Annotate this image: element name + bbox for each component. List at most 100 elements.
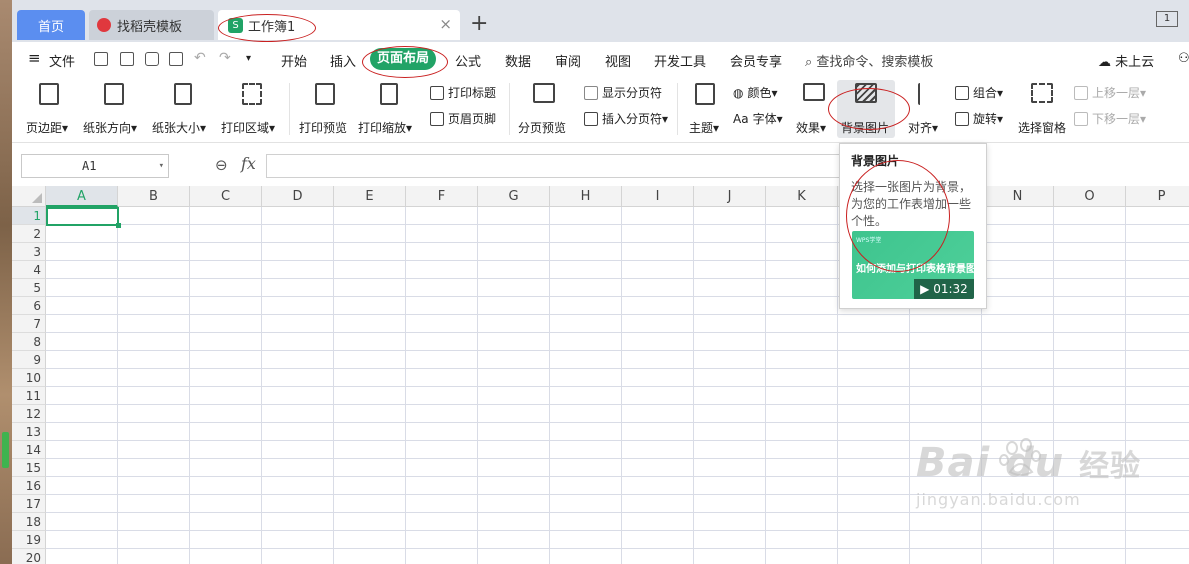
theme-button[interactable]: 主题▾ xyxy=(685,83,725,135)
hamburger-menu-icon[interactable]: ≡ xyxy=(28,49,41,67)
print-area-button[interactable]: 打印区域▾ xyxy=(221,83,283,135)
row-header-4[interactable]: 4 xyxy=(12,261,46,279)
tab-home[interactable]: 首页 xyxy=(17,10,85,40)
row-header-7[interactable]: 7 xyxy=(12,315,46,333)
export-pdf-icon[interactable] xyxy=(120,52,134,66)
checkbox-icon xyxy=(584,85,598,100)
share-user-icon[interactable]: ⚇ xyxy=(1178,51,1189,66)
menu-review[interactable]: 审阅 xyxy=(555,51,581,70)
orientation-button[interactable]: 纸张方向▾ xyxy=(83,83,145,135)
column-header-A[interactable]: A xyxy=(46,186,118,207)
column-header-O[interactable]: O xyxy=(1054,186,1126,207)
row-header-13[interactable]: 13 xyxy=(12,423,46,441)
fonts-button[interactable]: Aa 字体 ▾ xyxy=(733,110,783,127)
paper-size-button[interactable]: 纸张大小▾ xyxy=(152,83,214,135)
header-footer-icon xyxy=(430,111,444,126)
column-header-I[interactable]: I xyxy=(622,186,694,207)
new-tab-button[interactable]: + xyxy=(470,12,488,36)
insert-page-break-button[interactable]: 插入分页符 ▾ xyxy=(584,110,668,127)
cloud-status-label: 未上云 xyxy=(1115,55,1155,70)
fx-icon[interactable]: fx xyxy=(241,154,256,173)
row-header-20[interactable]: 20 xyxy=(12,549,46,564)
row-header-6[interactable]: 6 xyxy=(12,297,46,315)
row-header-17[interactable]: 17 xyxy=(12,495,46,513)
column-header-E[interactable]: E xyxy=(334,186,406,207)
column-header-F[interactable]: F xyxy=(406,186,478,207)
column-header-G[interactable]: G xyxy=(478,186,550,207)
column-header-B[interactable]: B xyxy=(118,186,190,207)
annotation-circle-background-button xyxy=(828,88,910,130)
margin-icon xyxy=(39,83,59,105)
margin-button[interactable]: 页边距▾ xyxy=(24,83,74,135)
name-box[interactable]: A1 ▾ xyxy=(21,154,169,178)
bring-forward-button[interactable]: 上移一层 ▾ xyxy=(1074,84,1146,101)
command-search[interactable]: ⌕ 查找命令、搜索模板 xyxy=(805,51,933,70)
print-preview-button[interactable]: 打印预览 xyxy=(299,83,351,135)
column-header-K[interactable]: K xyxy=(766,186,838,207)
quick-access-dropdown-icon[interactable]: ▾ xyxy=(246,53,251,64)
colors-button[interactable]: ◍ 颜色 ▾ xyxy=(733,84,778,101)
row-header-5[interactable]: 5 xyxy=(12,279,46,297)
row-header-9[interactable]: 9 xyxy=(12,351,46,369)
cloud-status[interactable]: ☁ 未上云 xyxy=(1098,51,1154,70)
menu-formula[interactable]: 公式 xyxy=(455,51,481,70)
show-page-breaks-checkbox[interactable]: 显示分页符 xyxy=(584,84,662,101)
menu-file[interactable]: 文件 xyxy=(49,51,75,70)
column-header-P[interactable]: P xyxy=(1126,186,1189,207)
column-header-D[interactable]: D xyxy=(262,186,334,207)
page-break-preview-button[interactable]: 分页预览 xyxy=(518,83,570,135)
window-mode-button[interactable]: 1 xyxy=(1156,11,1178,27)
menu-home[interactable]: 开始 xyxy=(281,51,307,70)
group-button[interactable]: 组合 ▾ xyxy=(955,84,1003,101)
menu-developer[interactable]: 开发工具 xyxy=(654,51,706,70)
cell-area[interactable] xyxy=(46,207,1189,564)
effects-label: 效果▾ xyxy=(796,121,827,135)
header-footer-button[interactable]: 页眉页脚 xyxy=(430,110,496,127)
row-header-12[interactable]: 12 xyxy=(12,405,46,423)
selection-pane-icon xyxy=(1031,83,1053,103)
row-header-15[interactable]: 15 xyxy=(12,459,46,477)
print-scale-icon xyxy=(380,83,398,105)
annotation-circle-tooltip xyxy=(846,160,950,272)
row-header-1[interactable]: 1 xyxy=(12,207,46,225)
row-header-10[interactable]: 10 xyxy=(12,369,46,387)
menu-view[interactable]: 视图 xyxy=(605,51,631,70)
row-header-14[interactable]: 14 xyxy=(12,441,46,459)
chevron-down-icon[interactable]: ▾ xyxy=(159,155,164,177)
row-header-3[interactable]: 3 xyxy=(12,243,46,261)
zoom-icon[interactable]: ⊖ xyxy=(215,156,228,174)
align-button[interactable]: 对齐▾ xyxy=(906,83,950,135)
menu-insert[interactable]: 插入 xyxy=(330,51,356,70)
print-scale-button[interactable]: 打印缩放▾ xyxy=(358,83,420,135)
undo-icon[interactable]: ↶ xyxy=(194,50,206,66)
save-icon[interactable] xyxy=(94,52,108,66)
row-header-18[interactable]: 18 xyxy=(12,513,46,531)
row-header-2[interactable]: 2 xyxy=(12,225,46,243)
send-backward-button[interactable]: 下移一层 ▾ xyxy=(1074,110,1146,127)
tab-template[interactable]: 找稻壳模板 xyxy=(89,10,214,40)
print-titles-button[interactable]: 打印标题 xyxy=(430,84,496,101)
select-all-corner[interactable] xyxy=(12,186,46,207)
effects-button[interactable]: 效果▾ xyxy=(794,83,834,135)
row-header-11[interactable]: 11 xyxy=(12,387,46,405)
print-preview-quick-icon[interactable] xyxy=(169,52,183,66)
column-header-C[interactable]: C xyxy=(190,186,262,207)
paper-size-icon xyxy=(174,83,192,105)
rotate-button[interactable]: 旋转 ▾ xyxy=(955,110,1003,127)
row-header-19[interactable]: 19 xyxy=(12,531,46,549)
column-header-J[interactable]: J xyxy=(694,186,766,207)
formula-input[interactable] xyxy=(266,154,846,178)
print-icon[interactable] xyxy=(145,52,159,66)
selection-pane-button[interactable]: 选择窗格 xyxy=(1016,83,1068,135)
row-header-8[interactable]: 8 xyxy=(12,333,46,351)
redo-icon[interactable]: ↷ xyxy=(219,50,231,66)
menu-data[interactable]: 数据 xyxy=(505,51,531,70)
active-cell[interactable] xyxy=(46,207,121,228)
column-header-N[interactable]: N xyxy=(982,186,1054,207)
row-header-16[interactable]: 16 xyxy=(12,477,46,495)
close-icon[interactable]: × xyxy=(439,15,452,33)
menu-member[interactable]: 会员专享 xyxy=(730,51,782,70)
column-header-H[interactable]: H xyxy=(550,186,622,207)
fonts-label: 字体 xyxy=(752,112,777,126)
header-footer-label: 页眉页脚 xyxy=(448,112,497,126)
